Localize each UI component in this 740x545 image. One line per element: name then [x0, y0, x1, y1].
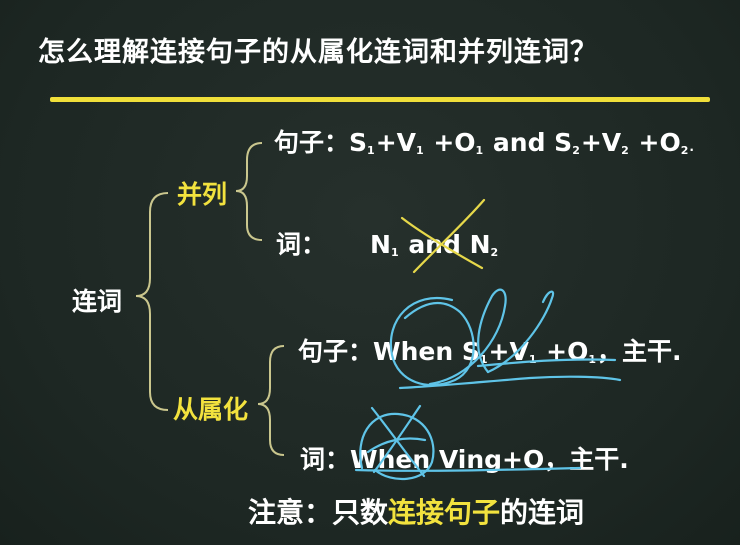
note-row: 注意：只数连接句子的连词: [248, 491, 584, 531]
title-underline: [50, 97, 710, 102]
page-title: 怎么理解连接句子的从属化连词和并列连词？: [38, 37, 598, 68]
coordinate-sentence-prefix: 句子：: [274, 128, 350, 157]
coordinate-word-formula: N1 and N2: [370, 230, 499, 259]
note-suffix: 的连词: [500, 496, 585, 529]
branch-label-subordinate: 从属化: [173, 395, 249, 424]
coordinate-word-row: 词： N1 and N2: [276, 225, 499, 261]
note-prefix: 注意：只数: [248, 496, 389, 529]
coordinate-sentence-row: 句子：S1+V1 +O1 and S2+V2 +O2.: [274, 123, 694, 159]
subordinate-sentence-row: 句子：When S1+V1 +O1，主干.: [298, 332, 682, 368]
root-label-conjunction: 连词: [72, 287, 123, 316]
coordinate-sentence-formula: S1+V1 +O1 and S2+V2 +O2.: [349, 128, 694, 157]
note-highlight: 连接句子: [388, 496, 501, 529]
subordinate-word-prefix: 词：: [300, 445, 351, 474]
branch-label-coordinate: 并列: [177, 180, 228, 209]
subordinate-sentence-formula: When S1+V1 +O1，主干.: [373, 337, 682, 366]
subordinate-word-formula: When Ving+O，主干.: [350, 445, 629, 474]
coordinate-word-prefix: 词：: [276, 230, 327, 259]
subordinate-word-row: 词：When Ving+O，主干.: [300, 440, 629, 476]
subordinate-sentence-prefix: 句子：: [298, 337, 374, 366]
